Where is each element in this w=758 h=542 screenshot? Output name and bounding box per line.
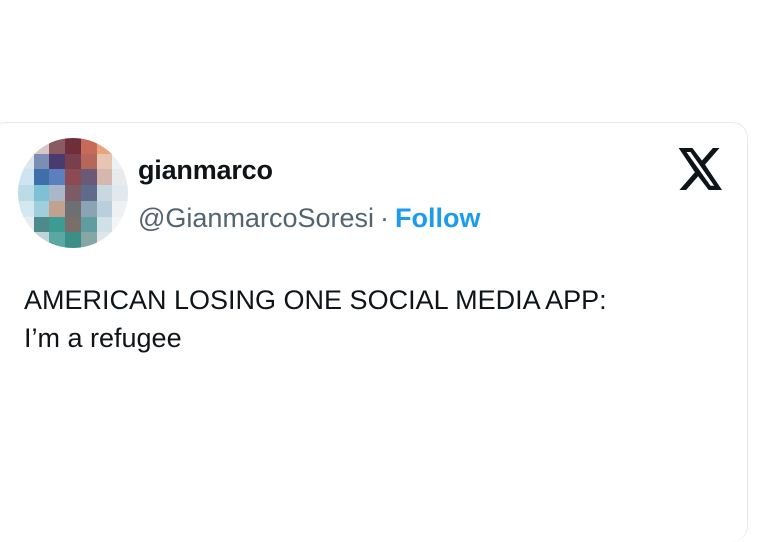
avatar-pixel bbox=[65, 153, 81, 170]
handle-row: @GianmarcoSoresi · Follow bbox=[138, 203, 480, 234]
avatar-pixel bbox=[96, 153, 113, 170]
avatar-pixel bbox=[18, 185, 34, 201]
follow-link[interactable]: Follow bbox=[395, 203, 480, 233]
avatar-pixel bbox=[80, 216, 97, 233]
avatar-pixel bbox=[96, 200, 113, 217]
avatar-pixel bbox=[65, 185, 81, 201]
user-handle[interactable]: @GianmarcoSoresi bbox=[138, 203, 374, 233]
avatar-pixel bbox=[65, 216, 81, 233]
avatar-pixel bbox=[65, 169, 81, 186]
display-name[interactable]: gianmarco bbox=[138, 155, 273, 186]
avatar-pixel bbox=[80, 153, 97, 170]
avatar-pixel bbox=[33, 153, 50, 170]
avatar-pixel bbox=[33, 185, 50, 201]
avatar-pixel bbox=[112, 185, 128, 201]
avatar-pixel bbox=[49, 185, 66, 201]
avatar-pixel bbox=[65, 200, 81, 217]
avatar-pixel bbox=[49, 169, 66, 186]
avatar-pixel bbox=[80, 185, 97, 201]
avatar-pixel bbox=[96, 185, 113, 201]
tweet-line-2: I’m a refugee bbox=[24, 323, 182, 353]
tweet-line-1: AMERICAN LOSING ONE SOCIAL MEDIA APP: bbox=[24, 285, 607, 315]
avatar-pixel bbox=[80, 169, 97, 186]
tweet-text: AMERICAN LOSING ONE SOCIAL MEDIA APP: I’… bbox=[24, 281, 744, 357]
separator-dot: · bbox=[380, 203, 389, 233]
avatar-pixel bbox=[96, 216, 113, 233]
avatar[interactable] bbox=[18, 138, 128, 248]
x-logo-icon[interactable] bbox=[678, 148, 724, 190]
avatar-pixel bbox=[96, 169, 113, 186]
avatar-pixel bbox=[65, 138, 81, 154]
avatar-pixel bbox=[33, 169, 50, 186]
avatar-pixel bbox=[80, 200, 97, 217]
avatar-pixel bbox=[49, 153, 66, 170]
avatar-pixel bbox=[33, 216, 50, 233]
avatar-pixel bbox=[49, 216, 66, 233]
avatar-pixel bbox=[33, 200, 50, 217]
avatar-pixel bbox=[49, 200, 66, 217]
avatar-pixel bbox=[65, 232, 81, 248]
